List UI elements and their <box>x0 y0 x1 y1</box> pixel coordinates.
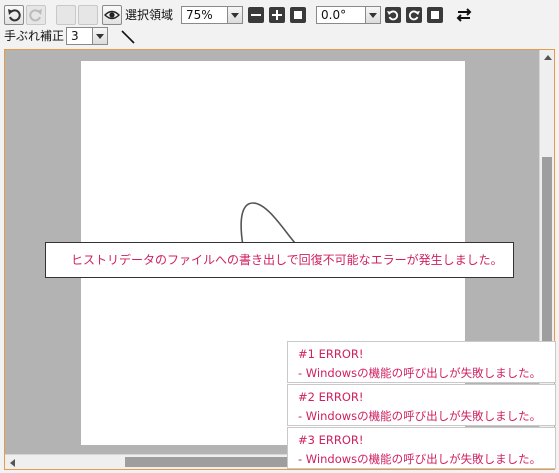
plus-icon <box>272 10 282 20</box>
rotate-left-icon <box>387 10 399 21</box>
zoom-out-button[interactable] <box>248 7 264 23</box>
error-toast-title: #3 ERROR! <box>298 433 364 447</box>
rotate-right-icon <box>408 10 420 21</box>
flip-left-button[interactable] <box>56 5 76 25</box>
error-toast-message: - Windowsの機能の呼び出しが失敗しました。 <box>298 409 542 423</box>
zoom-reset-button[interactable] <box>290 7 306 23</box>
rotation-select[interactable]: 0.0° <box>316 6 381 24</box>
zoom-in-button[interactable] <box>269 7 285 23</box>
rotation-value: 0.0° <box>321 8 347 22</box>
flip-right-button[interactable] <box>78 5 98 25</box>
line-tool-button[interactable] <box>118 27 138 47</box>
stabilizer-select[interactable]: 3 <box>66 27 108 45</box>
rotate-left-button[interactable] <box>385 7 401 23</box>
undo-icon <box>8 9 21 22</box>
history-error-dialog: ヒストリデータのファイルへの書き出しで回復不可能なエラーが発生しました。 <box>45 242 514 278</box>
undo-button[interactable] <box>4 5 24 25</box>
error-toast-title: #1 ERROR! <box>298 347 364 361</box>
error-toast-title: #2 ERROR! <box>298 390 364 404</box>
square-icon <box>431 11 439 19</box>
scroll-up-icon[interactable] <box>540 50 554 65</box>
error-toast[interactable]: #1 ERROR! - Windowsの機能の呼び出しが失敗しました。 <box>287 341 556 383</box>
chevron-down-icon <box>227 7 242 23</box>
minus-icon <box>251 14 261 16</box>
zoom-select[interactable]: 75% <box>181 6 243 24</box>
history-error-message: ヒストリデータのファイルへの書き出しで回復不可能なエラーが発生しました。 <box>71 253 503 267</box>
line-icon <box>121 30 135 44</box>
eye-icon <box>104 10 120 20</box>
scroll-left-icon[interactable] <box>5 455 20 469</box>
stabilizer-value: 3 <box>71 29 79 43</box>
flip-horizontal-button[interactable] <box>455 6 473 24</box>
zoom-value: 75% <box>186 8 213 22</box>
stabilizer-label: 手ぶれ補正 <box>4 29 65 43</box>
error-toast-message: - Windowsの機能の呼び出しが失敗しました。 <box>298 452 542 466</box>
error-toast-message: - Windowsの機能の呼び出しが失敗しました。 <box>298 366 542 380</box>
chevron-down-icon <box>92 28 107 44</box>
square-icon <box>294 11 302 19</box>
error-toast[interactable]: #3 ERROR! - Windowsの機能の呼び出しが失敗しました。 <box>287 427 556 469</box>
rotate-right-button[interactable] <box>406 7 422 23</box>
redo-button[interactable] <box>26 5 46 25</box>
rotation-reset-button[interactable] <box>427 7 443 23</box>
vertical-scroll-thumb[interactable] <box>542 157 552 357</box>
selection-label: 選択領域 <box>125 8 174 22</box>
redo-icon <box>29 9 42 22</box>
eye-toggle-button[interactable] <box>102 5 122 25</box>
chevron-down-icon <box>365 7 380 23</box>
swap-arrows-icon <box>456 8 472 22</box>
error-toast[interactable]: #2 ERROR! - Windowsの機能の呼び出しが失敗しました。 <box>287 384 556 426</box>
